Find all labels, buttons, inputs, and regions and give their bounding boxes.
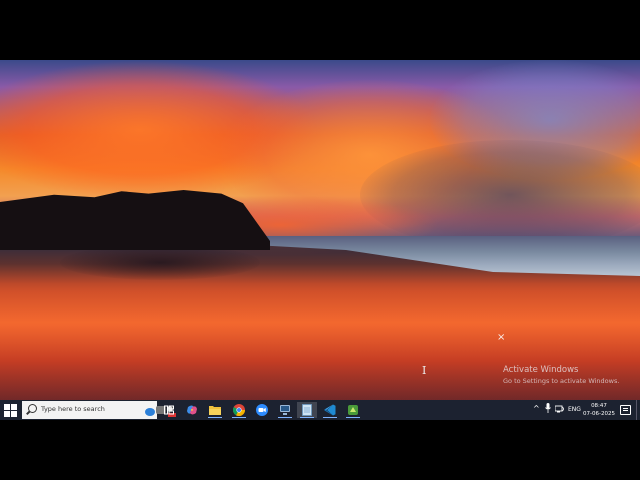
start-button[interactable] [3,403,17,417]
running-indicator [278,416,292,418]
notification-center-icon[interactable] [620,405,631,415]
copilot-button[interactable] [182,402,202,418]
close-icon[interactable]: × [497,333,505,343]
notepad-button[interactable] [297,402,317,418]
remote-desktop-button[interactable] [275,402,295,418]
zoom-icon [256,404,268,416]
letterbox-top [0,0,640,60]
letterbox-bottom [0,420,640,480]
taskbar: Type here to search ^ ENG 08:47 07-06-20… [0,400,640,420]
running-indicator [323,416,337,418]
headland-reflection [60,245,260,280]
running-indicator [208,416,222,418]
clock-time[interactable]: 08:47 [585,403,613,409]
running-indicator [300,416,314,418]
search-placeholder: Type here to search [41,405,105,413]
chrome-icon [233,404,245,416]
copilot-icon [187,405,197,415]
remote-desktop-icon [280,405,290,415]
app-button[interactable] [343,402,363,418]
activate-windows-subtitle: Go to Settings to activate Windows. [503,377,620,385]
chrome-button[interactable] [229,402,249,418]
running-indicator [232,416,246,418]
clock-date[interactable]: 07-06-2025 [583,411,615,417]
task-view-button[interactable] [159,402,179,418]
running-indicator [346,416,360,418]
file-explorer-button[interactable] [205,402,225,418]
app-icon [348,405,358,415]
microphone-icon[interactable] [545,403,551,413]
notepad-icon [302,404,312,416]
zoom-button[interactable] [252,402,272,418]
desktop-wallpaper[interactable]: × I Activate Windows Go to Settings to a… [0,60,640,400]
network-icon[interactable] [555,405,565,413]
search-icon [28,404,37,413]
show-desktop-button[interactable] [636,400,640,420]
activate-windows-title: Activate Windows [503,365,579,375]
vscode-button[interactable] [320,402,340,418]
vscode-icon [324,404,336,416]
task-view-icon [164,405,174,415]
text-cursor-icon: I [422,364,427,377]
headland-silhouette [0,190,270,250]
taskbar-search-box[interactable]: Type here to search [22,401,176,419]
folder-icon [209,406,221,415]
